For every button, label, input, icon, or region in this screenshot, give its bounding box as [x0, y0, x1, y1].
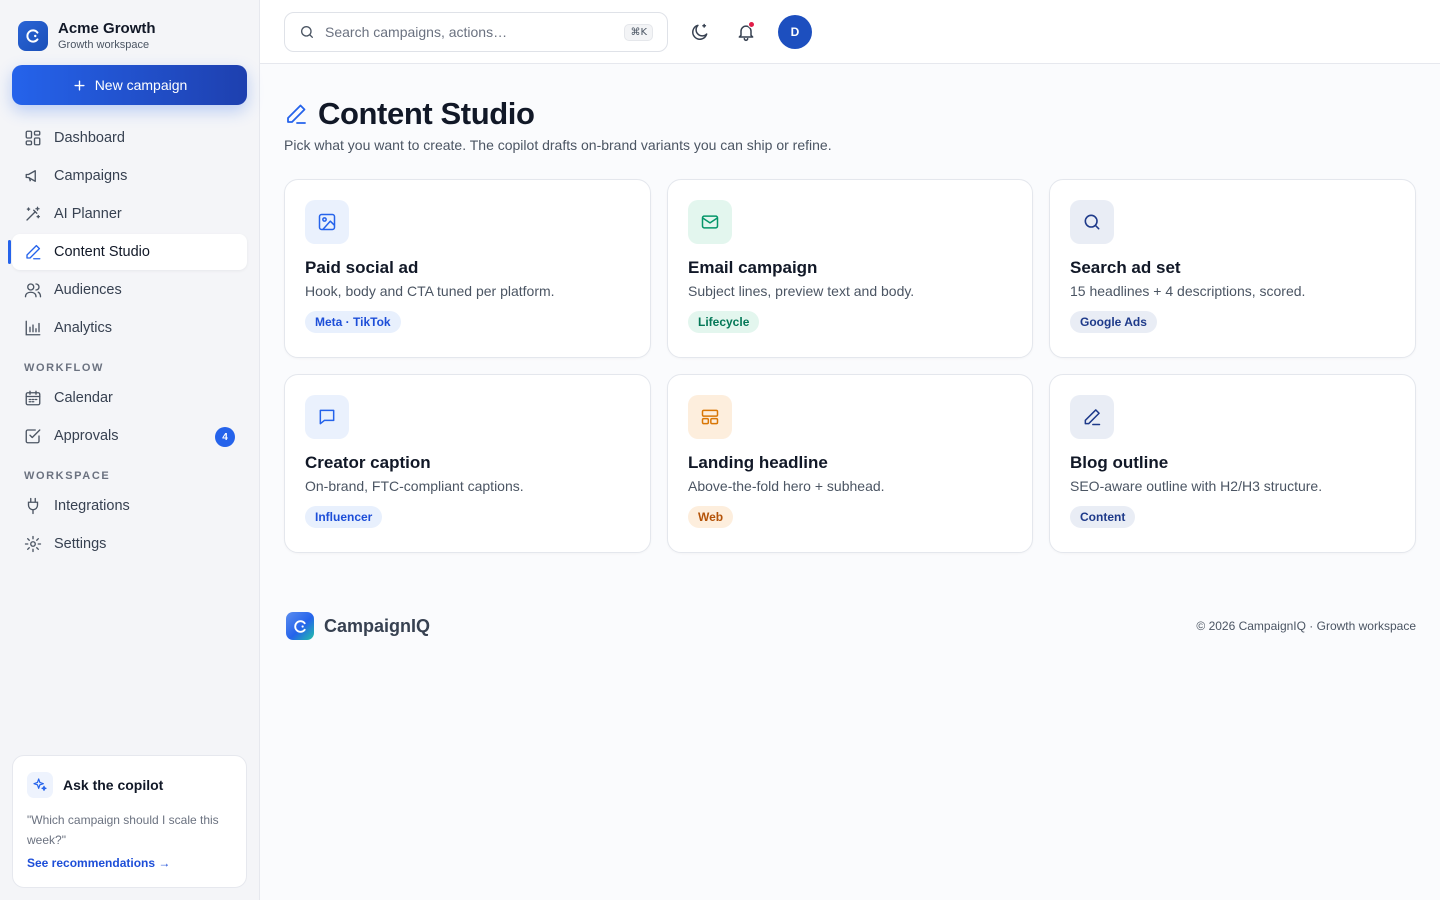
copilot-prompt-text: "Which campaign should I scale this week…	[27, 813, 219, 847]
card-email-campaign[interactable]: Email campaign Subject lines, preview te…	[667, 179, 1033, 358]
new-campaign-label: New campaign	[94, 77, 188, 93]
theme-toggle-button[interactable]	[684, 16, 716, 48]
campaigniq-logo-icon	[286, 612, 314, 640]
sparkles-icon	[27, 772, 53, 798]
pencil-icon	[24, 243, 42, 261]
megaphone-icon	[24, 167, 42, 185]
sidebar-item-analytics[interactable]: Analytics	[12, 310, 247, 346]
card-description: SEO-aware outline with H2/H3 structure.	[1070, 478, 1323, 494]
workspace-subtitle: Growth workspace	[58, 39, 150, 51]
card-tag: Content	[1070, 506, 1136, 528]
search-icon	[299, 24, 315, 40]
see-recommendations-link[interactable]: See recommendations →	[27, 856, 170, 870]
card-title: Landing headline	[688, 453, 828, 472]
card-tag: Meta · TikTok	[305, 311, 401, 333]
keyboard-shortcut-hint: ⌘K	[624, 23, 653, 41]
layout-icon	[688, 395, 732, 439]
moon-icon	[690, 22, 710, 42]
checkbox-icon	[24, 427, 42, 445]
card-description: Above-the-fold hero + subhead.	[688, 478, 885, 494]
new-campaign-button[interactable]: New campaign	[12, 65, 247, 105]
sidebar-item-settings[interactable]: Settings	[12, 526, 247, 562]
brand-logo-icon	[18, 21, 48, 51]
footer-logo-name: CampaignIQ	[324, 615, 431, 636]
gear-icon	[24, 535, 42, 553]
sidebar-item-dashboard[interactable]: Dashboard	[12, 120, 247, 156]
pencil-icon	[1070, 395, 1114, 439]
sidebar-item-label: Analytics	[54, 320, 113, 336]
user-avatar[interactable]: D	[778, 15, 812, 49]
sidebar-item-integrations[interactable]: Integrations	[12, 488, 247, 524]
card-title: Creator caption	[305, 453, 431, 472]
card-description: On-brand, FTC-compliant captions.	[305, 478, 524, 494]
sidebar-item-calendar[interactable]: Calendar	[12, 380, 247, 416]
search-icon	[1070, 200, 1114, 244]
sidebar-item-campaigns[interactable]: Campaigns	[12, 158, 247, 194]
page-title: Content Studio	[318, 96, 535, 131]
page-subtitle: Pick what you want to create. The copilo…	[284, 137, 832, 153]
workflow-section-heading: WORKFLOW	[24, 362, 105, 374]
sidebar-item-label: Dashboard	[54, 130, 125, 146]
sidebar-item-audiences[interactable]: Audiences	[12, 272, 247, 308]
card-description: Subject lines, preview text and body.	[688, 283, 915, 299]
card-title: Email campaign	[688, 258, 818, 277]
workspace-section-heading: WORKSPACE	[24, 470, 111, 482]
approvals-count-badge: 4	[215, 427, 235, 447]
content-type-grid: Paid social ad Hook, body and CTA tuned …	[284, 179, 1416, 553]
sidebar-item-label: Campaigns	[54, 168, 128, 184]
card-paid-social-ad[interactable]: Paid social ad Hook, body and CTA tuned …	[284, 179, 651, 358]
chat-bubble-icon	[305, 395, 349, 439]
plug-icon	[24, 497, 42, 515]
sidebar-item-label: Integrations	[54, 498, 130, 514]
workspace-brand[interactable]: Acme Growth Growth workspace	[18, 20, 156, 52]
pencil-icon	[284, 102, 308, 126]
card-creator-caption[interactable]: Creator caption On-brand, FTC-compliant …	[284, 374, 651, 553]
mail-icon	[688, 200, 732, 244]
card-tag: Lifecycle	[688, 311, 760, 333]
sidebar-item-label: Content Studio	[54, 244, 150, 260]
image-icon	[305, 200, 349, 244]
card-tag: Google Ads	[1070, 311, 1157, 333]
card-title: Paid social ad	[305, 258, 419, 277]
card-tag: Influencer	[305, 506, 383, 528]
sidebar-item-approvals[interactable]: Approvals 4	[12, 418, 247, 454]
sidebar-item-ai-planner[interactable]: AI Planner	[12, 196, 247, 232]
copilot-card: Ask the copilot "Which campaign should I…	[12, 755, 247, 888]
copilot-title: Ask the copilot	[63, 777, 164, 793]
notification-dot	[748, 21, 755, 28]
notifications-button[interactable]	[730, 16, 762, 48]
card-description: 15 headlines + 4 descriptions, scored.	[1070, 283, 1306, 299]
bar-chart-icon	[24, 319, 42, 337]
calendar-icon	[24, 389, 42, 407]
magic-wand-icon	[24, 205, 42, 223]
sidebar-item-label: Approvals	[54, 428, 119, 444]
sidebar-item-label: Calendar	[54, 390, 113, 406]
card-title: Search ad set	[1070, 258, 1181, 277]
card-title: Blog outline	[1070, 453, 1169, 472]
card-search-ad-set[interactable]: Search ad set 15 headlines + 4 descripti…	[1049, 179, 1416, 358]
workspace-name: Acme Growth	[58, 20, 156, 37]
footer-copyright: © 2026 CampaignIQ · Growth workspace	[1196, 619, 1416, 633]
sidebar-nav: Dashboard Campaigns AI Planner Content S…	[8, 120, 247, 564]
users-icon	[24, 281, 42, 299]
search-input[interactable]	[325, 24, 625, 40]
sidebar-item-label: Settings	[54, 536, 107, 552]
card-tag: Web	[688, 506, 734, 528]
card-blog-outline[interactable]: Blog outline SEO-aware outline with H2/H…	[1049, 374, 1416, 553]
card-landing-headline[interactable]: Landing headline Above-the-fold hero + s…	[667, 374, 1033, 553]
footer-brand: CampaignIQ	[286, 612, 430, 640]
sidebar-item-label: AI Planner	[54, 206, 122, 222]
dashboard-icon	[24, 129, 42, 147]
card-description: Hook, body and CTA tuned per platform.	[305, 283, 555, 299]
sidebar-item-label: Audiences	[54, 282, 122, 298]
plus-icon	[72, 78, 87, 93]
top-bar: ⌘K D	[260, 0, 1440, 64]
search-box[interactable]: ⌘K	[284, 12, 668, 52]
sidebar: Acme Growth Growth workspace New campaig…	[0, 0, 260, 900]
sidebar-item-content-studio[interactable]: Content Studio	[8, 234, 247, 270]
